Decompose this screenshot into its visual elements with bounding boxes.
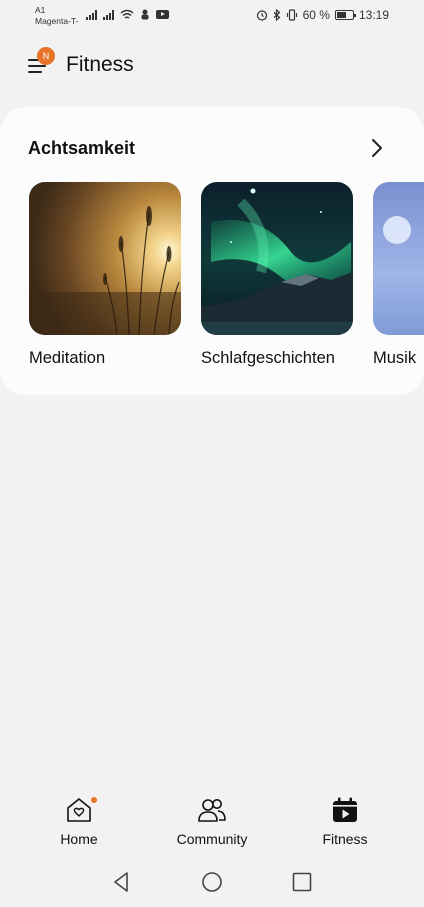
menu-icon-line: [28, 71, 42, 73]
nav-label: Community: [176, 831, 248, 847]
meditation-image: [29, 182, 181, 335]
recents-square-icon[interactable]: [290, 870, 314, 894]
tile-music[interactable]: Musik: [373, 182, 424, 368]
nav-home[interactable]: Home: [24, 795, 134, 847]
calendar-play-icon: [330, 795, 360, 825]
status-bar: A1 Magenta-T- 60 % 13:19: [0, 0, 424, 34]
nav-community[interactable]: Community: [157, 795, 267, 847]
bluetooth-icon: [273, 9, 281, 21]
carrier-name: A1: [35, 5, 46, 15]
tile-label: Meditation: [29, 349, 106, 367]
status-icons-right: 60 % 13:19: [256, 8, 389, 22]
alarm-icon: [256, 10, 267, 21]
tile-meditation[interactable]: Meditation: [29, 182, 181, 368]
nav-fitness[interactable]: Fitness: [290, 795, 400, 847]
section-title[interactable]: Achtsamkeit: [28, 138, 135, 159]
tile-sleep-stories[interactable]: Schlafgeschichten: [201, 182, 353, 368]
sleep-stories-image: [201, 182, 353, 335]
status-icons-left: [86, 9, 169, 20]
battery-fill: [336, 12, 346, 18]
nav-label: Fitness: [322, 831, 368, 847]
home-notification-dot: [91, 797, 97, 803]
battery-icon: [334, 10, 356, 20]
music-image: [373, 182, 424, 335]
back-icon[interactable]: [110, 870, 134, 894]
tile-label: Musik: [373, 349, 417, 367]
wifi-icon: [120, 9, 134, 19]
menu-notification-badge: N: [37, 47, 55, 65]
nav-label: Home: [60, 831, 98, 847]
battery-percent: 60 %: [302, 8, 330, 22]
mindfulness-card: Achtsamkeit Meditation Schlafgeschichten…: [0, 107, 424, 395]
app-header: N Fitness: [0, 44, 424, 88]
home-circle-icon[interactable]: [200, 870, 224, 894]
carrier-info: A1 Magenta-T-: [35, 5, 78, 27]
system-nav-bar: [0, 866, 424, 898]
signal-icon-2: [103, 9, 114, 20]
home-heart-icon: [64, 795, 97, 825]
chevron-right-icon[interactable]: [370, 138, 384, 158]
menu-icon-line: [28, 65, 46, 67]
signal-icon: [86, 9, 97, 20]
bottom-nav: Home Community Fitness: [0, 795, 424, 855]
app-notification-icon: [141, 9, 149, 20]
screen: A1 Magenta-T- 60 % 13:19 N Fitness Achts…: [0, 0, 424, 907]
vibrate-icon: [286, 9, 297, 21]
youtube-icon: [156, 10, 169, 19]
mindfulness-tiles: Meditation Schlafgeschichten Musik: [29, 182, 424, 368]
clock: 13:19: [358, 8, 389, 22]
page-title: Fitness: [66, 53, 134, 76]
people-icon: [197, 795, 227, 825]
tile-label: Schlafgeschichten: [201, 349, 335, 367]
carrier-network: Magenta-T-: [35, 16, 79, 26]
